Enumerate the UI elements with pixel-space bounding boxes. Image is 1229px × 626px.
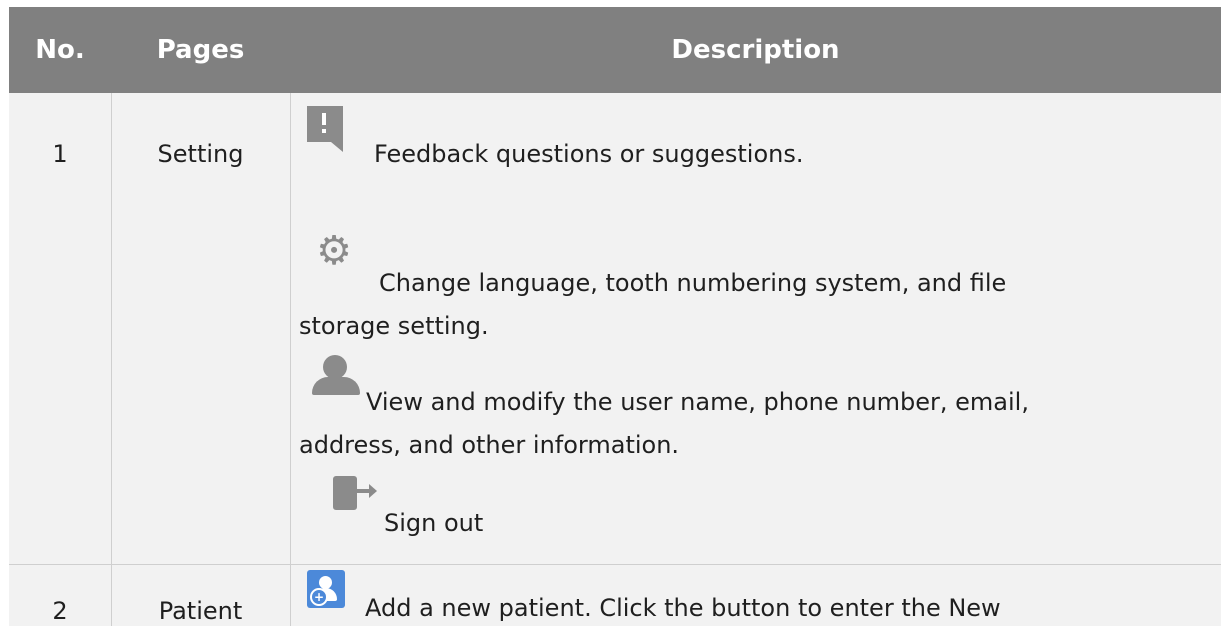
- column-header-description: Description: [671, 35, 840, 65]
- sign-out-icon: [333, 476, 377, 514]
- sign-out-arrow: [355, 484, 377, 498]
- add-patient-icon: +: [307, 570, 345, 608]
- column-header-no: No.: [35, 35, 85, 65]
- add-patient-plus-icon: +: [310, 588, 328, 606]
- row-divider: [9, 564, 1221, 565]
- column-header-pages: Pages: [156, 35, 245, 65]
- user-icon-body: [312, 377, 360, 395]
- settings-description-line-2: storage setting.: [299, 312, 489, 340]
- feedback-icon: [307, 106, 343, 152]
- profile-description-line-2: address, and other information.: [299, 431, 680, 459]
- feedback-description: Feedback questions or suggestions.: [374, 140, 804, 168]
- sign-out-description: Sign out: [384, 509, 484, 537]
- add-patient-description: Add a new patient. Click the button to e…: [365, 594, 1001, 622]
- row-1-page: Setting: [157, 140, 244, 168]
- table-header-row: No. Pages Description: [9, 7, 1221, 93]
- column-divider-no-pages: [111, 93, 112, 626]
- column-divider-pages-description: [290, 93, 291, 626]
- row-2-page: Patient: [158, 597, 243, 625]
- user-icon: [310, 355, 362, 397]
- gear-icon: ⚙: [316, 228, 352, 274]
- sign-out-door: [333, 476, 357, 510]
- description-table: No. Pages Description 1 Setting Feedback…: [9, 7, 1221, 626]
- row-2-number: 2: [52, 597, 68, 625]
- profile-description-line-1: View and modify the user name, phone num…: [366, 388, 1029, 416]
- row-1-number: 1: [52, 140, 68, 168]
- settings-description-line-1: Change language, tooth numbering system,…: [379, 269, 1007, 297]
- user-icon-head: [323, 355, 347, 379]
